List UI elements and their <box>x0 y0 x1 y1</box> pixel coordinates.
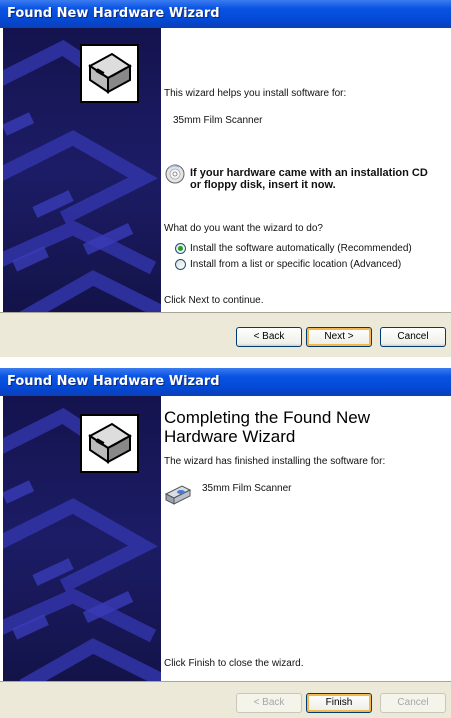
cd-prompt-line1: If your hardware came with an installati… <box>190 167 428 179</box>
cancel-button[interactable]: Cancel <box>380 327 446 347</box>
next-button[interactable]: Next > <box>306 327 372 347</box>
device-name: 35mm Film Scanner <box>202 483 292 494</box>
title-bar[interactable]: Found New Hardware Wizard <box>0 368 451 396</box>
back-button[interactable]: < Back <box>236 327 302 347</box>
finish-button[interactable]: Finish <box>306 693 372 713</box>
cancel-button[interactable]: Cancel <box>380 693 446 713</box>
scanner-icon <box>164 480 192 506</box>
radio-install-from-list[interactable] <box>175 259 186 270</box>
wizard-footer: < Back Next > Cancel <box>0 312 451 357</box>
wizard-footer: < Back Finish Cancel <box>0 681 451 718</box>
wizard-window-complete: Found New Hardware Wizard Completing the… <box>0 368 451 718</box>
continue-text: Click Next to continue. <box>164 295 264 306</box>
wizard-content: Completing the Found New Hardware Wizard… <box>162 396 448 681</box>
window-title: Found New Hardware Wizard <box>7 374 220 389</box>
completion-heading-line1: Completing the Found New <box>164 408 371 427</box>
option-install-automatically-label[interactable]: Install the software automatically (Reco… <box>190 243 412 254</box>
hardware-wizard-icon <box>80 44 139 103</box>
wizard-sidebar-art <box>3 396 161 681</box>
completion-heading-line2: Hardware Wizard <box>164 427 296 446</box>
window-title: Found New Hardware Wizard <box>7 6 220 21</box>
cd-prompt-line2: or floppy disk, insert it now. <box>190 179 336 191</box>
back-button[interactable]: < Back <box>236 693 302 713</box>
intro-text: This wizard helps you install software f… <box>164 88 347 99</box>
title-bar[interactable]: Found New Hardware Wizard <box>0 0 451 28</box>
wizard-content: This wizard helps you install software f… <box>162 28 448 312</box>
wizard-sidebar-art <box>3 28 161 312</box>
radio-install-automatically[interactable] <box>175 243 186 254</box>
wizard-body: Completing the Found New Hardware Wizard… <box>0 396 451 681</box>
option-install-from-list-label[interactable]: Install from a list or specific location… <box>190 259 401 270</box>
hardware-wizard-icon <box>80 414 139 473</box>
device-name: 35mm Film Scanner <box>173 115 263 126</box>
close-text: Click Finish to close the wizard. <box>164 658 304 669</box>
question-text: What do you want the wizard to do? <box>164 223 323 234</box>
finished-text: The wizard has finished installing the s… <box>164 456 386 467</box>
wizard-window-install: Found New Hardware Wizard This wizard he… <box>0 0 451 357</box>
wizard-body: This wizard helps you install software f… <box>0 28 451 312</box>
cd-icon <box>165 164 185 184</box>
